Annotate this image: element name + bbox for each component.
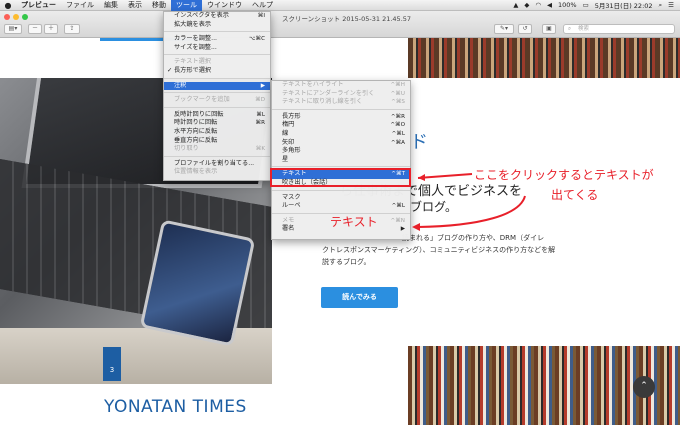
- callout-arrow: [417, 173, 473, 179]
- highlight-box: [270, 168, 411, 187]
- text-label: テキスト: [330, 215, 378, 229]
- callout-text-line2: 出てくる: [551, 188, 599, 202]
- callout-arrowhead: [418, 174, 425, 181]
- text-label-arrowhead: [412, 223, 420, 231]
- text-label-arrow: [417, 195, 526, 228]
- callout-text-line1: ここをクリックするとテキストが: [474, 168, 654, 182]
